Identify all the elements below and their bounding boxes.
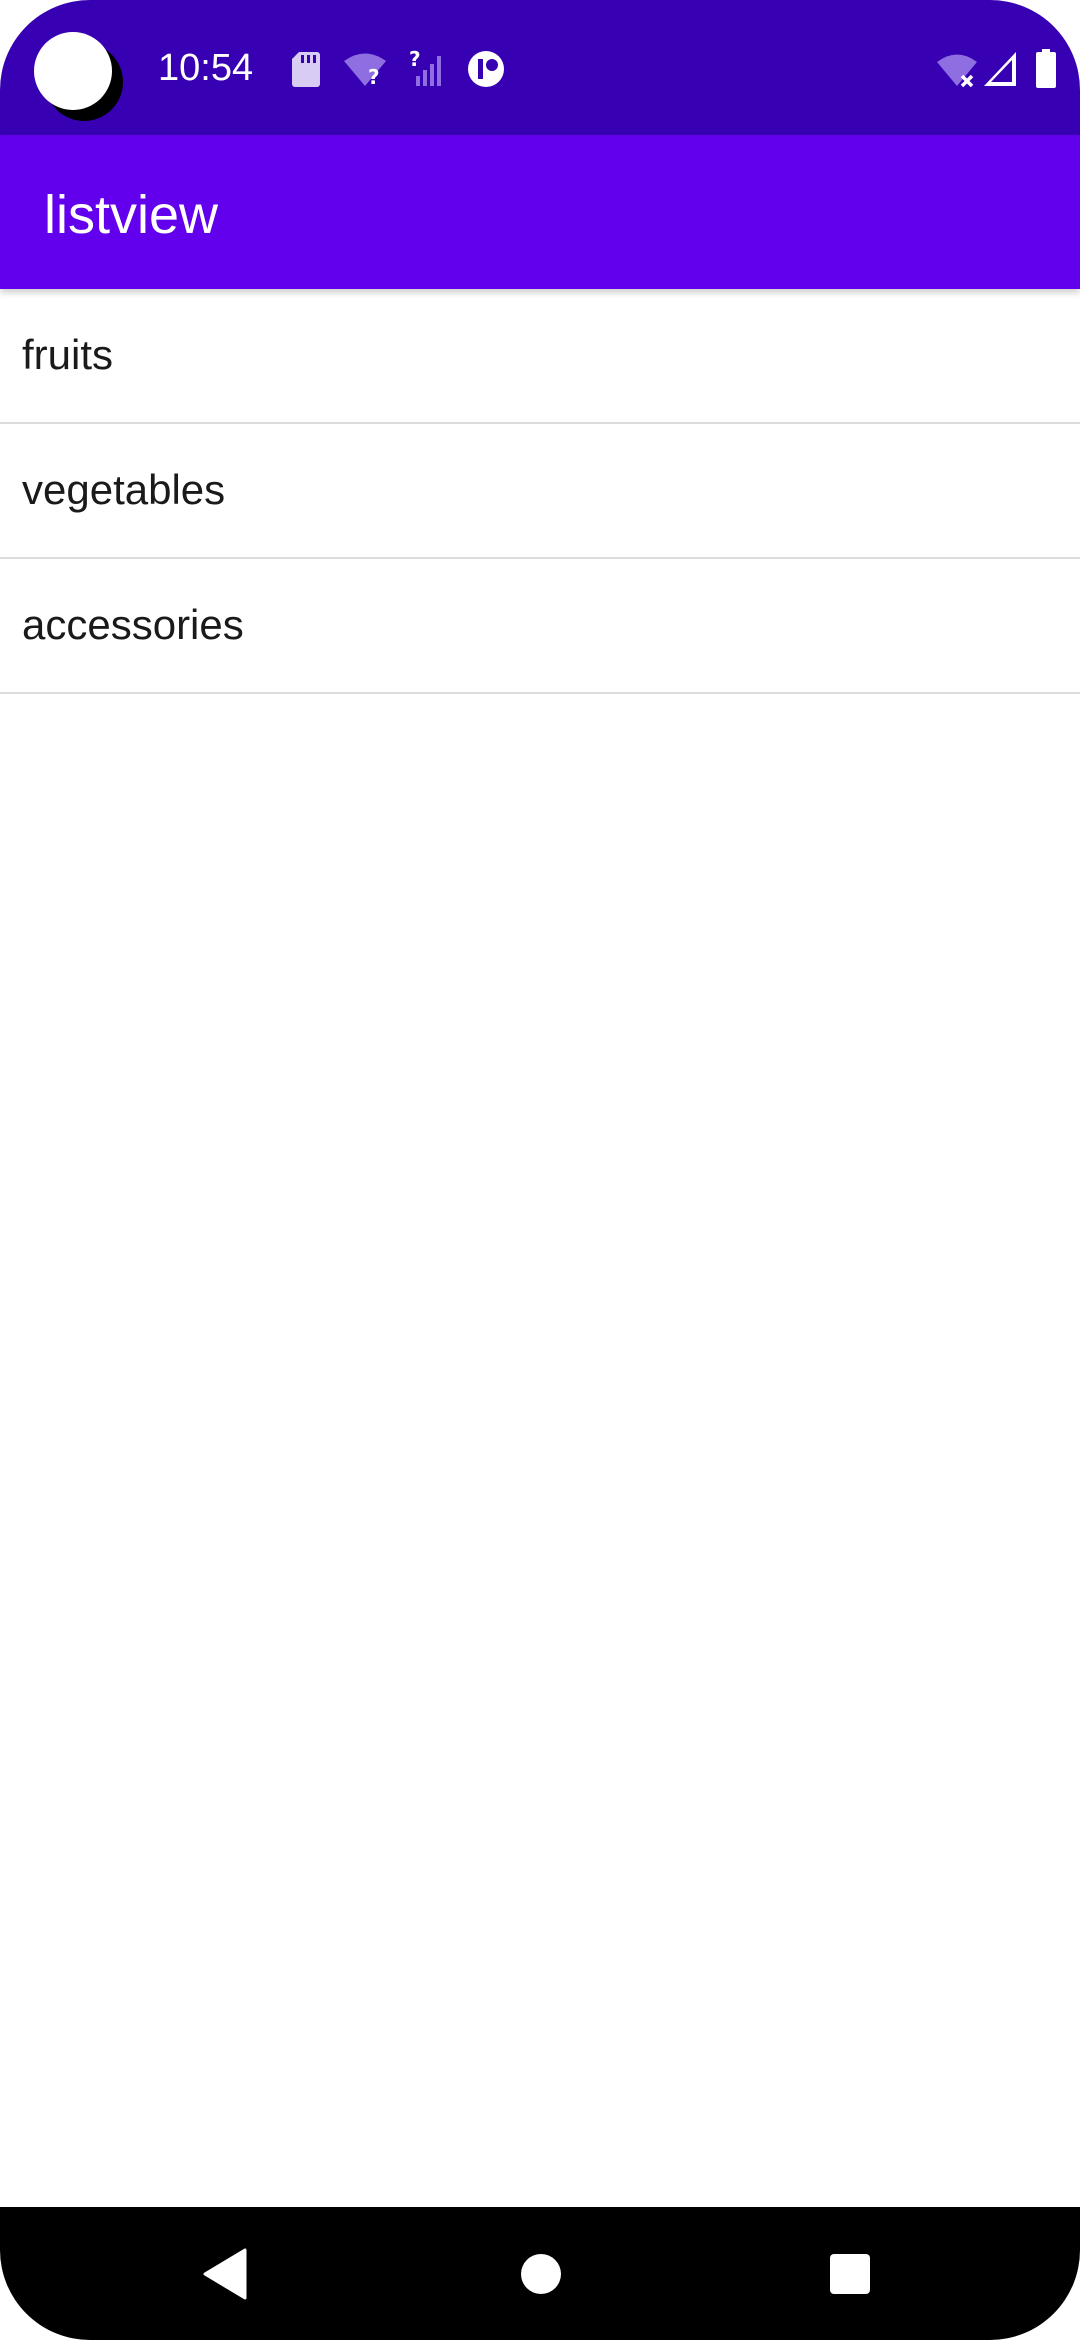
list-item-label: vegetables bbox=[22, 466, 226, 513]
list-item[interactable]: accessories bbox=[0, 559, 1080, 694]
wifi-unknown-icon: ? bbox=[344, 53, 386, 89]
camera-cutout bbox=[34, 32, 112, 110]
app-notification-icon bbox=[468, 51, 504, 87]
wifi-off-icon bbox=[937, 54, 977, 88]
status-bar: 10:54 ? ? bbox=[0, 0, 1080, 135]
navigation-bar bbox=[0, 2207, 1080, 2340]
status-time: 10:54 bbox=[158, 47, 254, 89]
recents-button[interactable] bbox=[817, 2241, 883, 2307]
back-button[interactable] bbox=[192, 2241, 258, 2307]
cell-signal-icon bbox=[984, 52, 1016, 86]
sd-card-icon bbox=[292, 52, 320, 87]
phone-screen: 10:54 ? ? listview fruits vegetables acc… bbox=[0, 0, 1080, 2340]
list-item-label: fruits bbox=[22, 331, 114, 378]
app-title: listview bbox=[44, 185, 219, 245]
home-icon bbox=[521, 2254, 561, 2294]
recents-icon bbox=[830, 2254, 870, 2294]
list-item[interactable]: vegetables bbox=[0, 424, 1080, 559]
svg-text:?: ? bbox=[409, 47, 421, 71]
list-item[interactable]: fruits bbox=[0, 289, 1080, 424]
signal-unknown-icon: ? bbox=[409, 47, 441, 86]
battery-icon bbox=[1036, 49, 1056, 88]
app-bar: listview bbox=[0, 135, 1080, 289]
svg-text:?: ? bbox=[368, 65, 380, 89]
list-item-label: accessories bbox=[22, 601, 244, 648]
list-view: fruits vegetables accessories bbox=[0, 289, 1080, 694]
home-button[interactable] bbox=[508, 2241, 574, 2307]
back-icon bbox=[203, 2248, 247, 2300]
